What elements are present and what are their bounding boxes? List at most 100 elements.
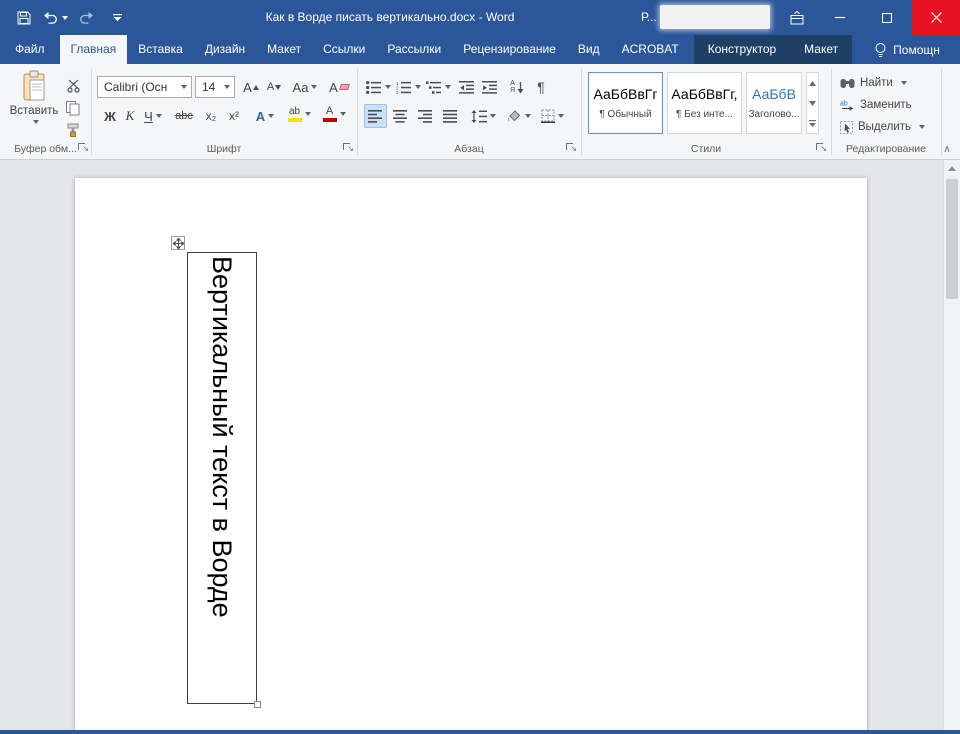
tab-mailings[interactable]: Рассылки (376, 35, 452, 64)
ribbon-display-options-icon (790, 10, 804, 25)
paste-dropdown-arrow (32, 120, 39, 124)
textbox-move-handle[interactable] (171, 236, 185, 250)
tab-review[interactable]: Рецензирование (452, 35, 567, 64)
shrink-font-button[interactable]: А (263, 75, 285, 99)
paste-button[interactable]: Вставить (9, 69, 59, 153)
borders-button[interactable] (537, 104, 567, 128)
clear-formatting-button[interactable]: А (326, 75, 352, 99)
underline-letter: Ч (144, 108, 153, 124)
highlight-color-button[interactable]: ab (283, 102, 315, 126)
minimize-button[interactable] (818, 0, 863, 35)
align-left-button[interactable] (364, 104, 387, 128)
clipboard-dialog-launcher[interactable]: ↘ (78, 143, 89, 154)
undo-button[interactable] (43, 6, 68, 30)
tab-drawing-format[interactable]: Конструктор (694, 35, 790, 64)
show-paragraph-marks-button[interactable]: ¶ (531, 75, 551, 99)
superscript-button[interactable]: x² (223, 104, 245, 128)
styles-dialog-launcher[interactable]: ↘ (816, 143, 827, 154)
grow-font-button[interactable]: А (240, 75, 262, 99)
text-effects-button[interactable]: А (252, 104, 278, 128)
format-painter-icon (66, 123, 80, 137)
subscript-button[interactable]: x₂ (200, 104, 222, 128)
tab-insert[interactable]: Вставка (127, 35, 194, 64)
collapse-ribbon-button[interactable]: ∧ (940, 144, 954, 156)
tell-me-assistant[interactable]: Помощн (862, 35, 952, 64)
strikethrough-button[interactable]: abc (170, 104, 198, 128)
format-painter-button[interactable] (62, 118, 84, 142)
tab-design[interactable]: Дизайн (194, 35, 256, 64)
line-spacing-button[interactable] (468, 104, 498, 128)
ribbon-display-options-button[interactable] (782, 0, 812, 35)
font-color-button[interactable]: А (318, 102, 350, 126)
svg-text:3: 3 (396, 90, 399, 94)
status-bar (0, 730, 960, 734)
font-dialog-launcher[interactable]: ↘ (343, 143, 354, 154)
find-button[interactable]: Найти (840, 74, 907, 92)
tab-home[interactable]: Главная (59, 35, 128, 64)
textbox-resize-handle[interactable] (254, 701, 261, 708)
close-button[interactable] (912, 0, 960, 35)
bullets-button[interactable] (364, 75, 392, 99)
share-person-button[interactable] (952, 35, 960, 64)
customize-quick-access-button[interactable] (105, 6, 129, 30)
style-no-spacing[interactable]: АаБбВвГг, ¶ Без инте... (667, 72, 742, 134)
vertical-scrollbar[interactable] (943, 160, 960, 730)
decrease-indent-button[interactable] (456, 75, 478, 99)
shading-button[interactable] (503, 104, 533, 128)
justify-button[interactable] (439, 104, 462, 128)
bullets-icon (365, 80, 382, 94)
copy-button[interactable] (62, 96, 84, 120)
tab-textbox-layout[interactable]: Макет (790, 35, 852, 64)
replace-button[interactable]: ab Заменить (840, 96, 912, 114)
save-icon (17, 11, 31, 25)
editing-group-label: Редактирование (846, 143, 926, 155)
styles-scroll-up-button[interactable] (807, 73, 818, 93)
increase-indent-icon (482, 80, 498, 94)
multilevel-list-button[interactable] (424, 75, 452, 99)
styles-more-button[interactable] (807, 113, 818, 133)
bold-button[interactable]: Ж (100, 104, 120, 128)
cut-button[interactable] (62, 74, 84, 98)
tab-layout[interactable]: Макет (256, 35, 312, 64)
line-spacing-icon (471, 109, 487, 123)
tell-me-label: Помощн (893, 42, 940, 57)
redo-button[interactable] (74, 6, 98, 30)
italic-button[interactable]: К (121, 104, 139, 128)
grow-font-arrow-icon (252, 84, 259, 90)
vertical-text-box[interactable]: Вертикальный текст в Ворде (187, 252, 257, 704)
align-right-button[interactable] (414, 104, 437, 128)
tab-references[interactable]: Ссылки (312, 35, 376, 64)
save-button[interactable] (12, 6, 36, 30)
change-case-button[interactable]: Aa (290, 75, 320, 99)
increase-indent-button[interactable] (479, 75, 501, 99)
align-left-icon (368, 109, 383, 123)
style-heading-1[interactable]: АаБбВ Заголово... (746, 72, 802, 134)
select-button[interactable]: Выделить (840, 118, 926, 136)
text-effects-letter: А (255, 108, 266, 124)
font-name-combo[interactable]: Calibri (Осн (97, 76, 192, 98)
underline-button[interactable]: Ч (140, 104, 166, 128)
scroll-up-button[interactable] (944, 160, 960, 177)
tab-acrobat[interactable]: ACROBAT (611, 35, 690, 64)
contextual-tab-group: Конструктор Макет (693, 35, 853, 64)
tab-file[interactable]: Файл (0, 35, 60, 64)
grow-font-letter: А (243, 79, 252, 95)
user-name-redacted (660, 5, 770, 29)
sort-button[interactable]: АЯ (505, 75, 529, 99)
styles-scroll-down-button[interactable] (807, 93, 818, 113)
scrollbar-thumb[interactable] (946, 179, 958, 299)
paragraph-dialog-launcher[interactable]: ↘ (566, 143, 577, 154)
numbering-button[interactable]: 123 (394, 75, 422, 99)
strikethrough-label: abc (175, 110, 193, 122)
highlight-dropdown-arrow (304, 112, 311, 116)
tab-view[interactable]: Вид (567, 35, 611, 64)
maximize-button[interactable] (864, 0, 909, 35)
bold-letter: Ж (104, 108, 116, 124)
document-page[interactable]: Вертикальный текст в Ворде (75, 178, 867, 730)
font-size-combo[interactable]: 14 (195, 76, 235, 98)
bullets-dropdown-arrow (384, 85, 391, 89)
find-dropdown-arrow (900, 81, 907, 85)
decrease-indent-icon (459, 80, 475, 94)
style-normal[interactable]: АаБбВвГг ¶ Обычный (588, 72, 663, 134)
align-center-button[interactable] (389, 104, 412, 128)
